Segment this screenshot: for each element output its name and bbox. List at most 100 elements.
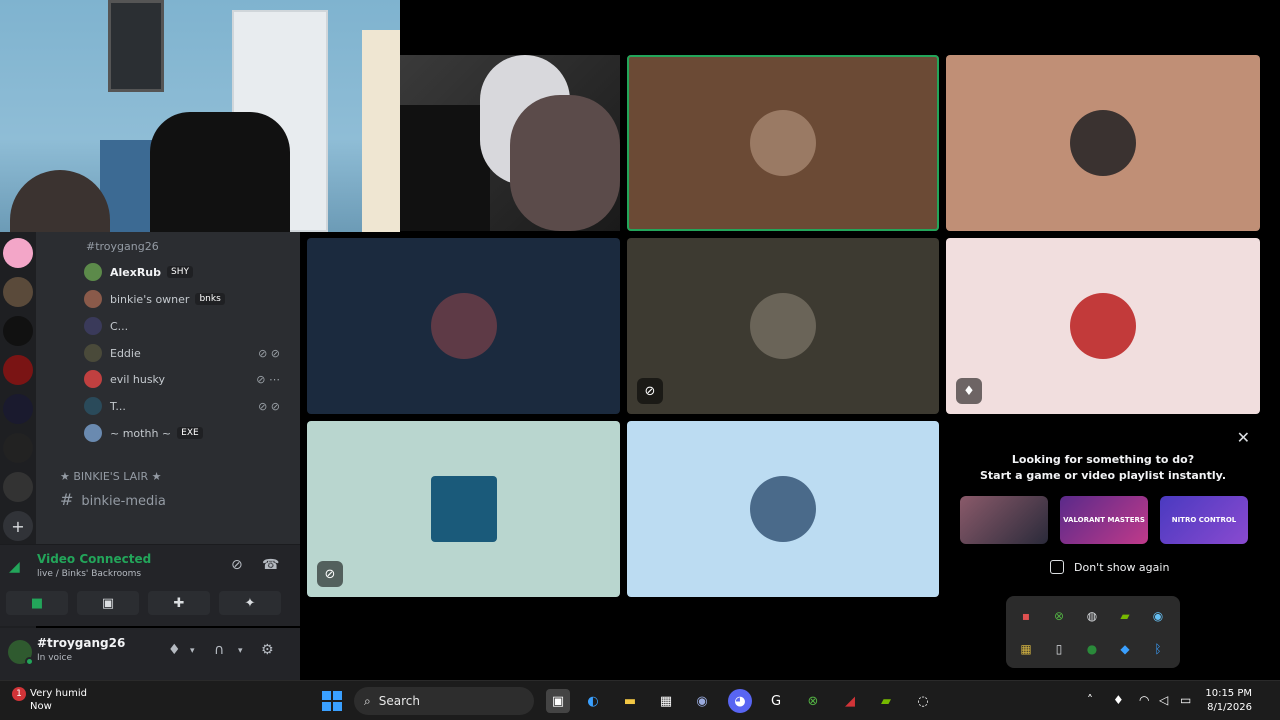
tray-app-icon[interactable]: ●	[1082, 639, 1102, 659]
voice-member[interactable]: AlexRub SHY	[84, 260, 193, 284]
member-name: evil husky	[110, 372, 166, 386]
dont-show-checkbox[interactable]	[1050, 560, 1064, 574]
tray-app-icon[interactable]: ▪	[1016, 606, 1036, 626]
usb-icon[interactable]: ▯	[1049, 639, 1069, 659]
steam-icon[interactable]: ◉	[690, 689, 714, 713]
tray-overflow-popup: ▪ ⊗ ◍ ▰ ◉ ▦ ▯ ● ◆ ᛒ	[1006, 596, 1180, 668]
server-icon[interactable]	[3, 316, 33, 346]
gear-icon[interactable]: ⚙	[261, 642, 274, 658]
video-tile[interactable]: ⊘	[307, 421, 620, 597]
gaming-chair	[400, 105, 490, 231]
server-icon[interactable]	[3, 472, 33, 502]
video-tile[interactable]	[627, 421, 939, 597]
activities-button[interactable]: ✚	[148, 591, 210, 615]
text-channel-binkie-media[interactable]: # binkie-media	[60, 490, 166, 509]
microphone-icon[interactable]: ♦	[168, 642, 181, 658]
clock[interactable]: 10:15 PM 8/1/2026	[1205, 687, 1252, 715]
screen-share-button[interactable]: ▣	[77, 591, 139, 615]
headphones-icon[interactable]: ∩	[214, 642, 224, 658]
server-icon[interactable]	[3, 238, 33, 268]
wifi-icon[interactable]: ◠	[1139, 693, 1149, 707]
store-icon[interactable]: ▦	[654, 689, 678, 713]
text-channel[interactable]: #troygang26 ▪	[86, 234, 379, 258]
tray-app-icon[interactable]: ▦	[1016, 639, 1036, 659]
avatar[interactable]	[8, 640, 34, 666]
steam-icon[interactable]: ◉	[1148, 606, 1168, 626]
volume-icon[interactable]: ◁	[1159, 693, 1168, 707]
voice-member[interactable]: evil husky ⊘ ⋯	[84, 367, 294, 391]
voice-connection-panel: ◢ Video Connected live / Binks' Backroom…	[0, 544, 300, 626]
xbox-icon[interactable]: ⊗	[801, 689, 825, 713]
server-icon[interactable]	[3, 277, 33, 307]
logitech-icon[interactable]: G	[764, 689, 788, 713]
camera-button[interactable]: ■	[6, 591, 68, 615]
video-tile[interactable]	[946, 55, 1260, 231]
weather-widget[interactable]: Very humid Now	[30, 687, 87, 713]
video-tile[interactable]: ♦	[946, 238, 1260, 414]
search-label: Search	[378, 694, 420, 708]
video-tile[interactable]	[627, 55, 939, 231]
app-icon[interactable]: ◢	[838, 689, 862, 713]
avatar	[750, 476, 816, 542]
voice-status: Video Connected	[37, 552, 152, 566]
user-panel: #troygang26 In voice ♦ ▾ ∩ ▾ ⚙	[0, 628, 300, 680]
avatar	[430, 476, 497, 542]
search-box[interactable]: ⌕ Search	[354, 687, 534, 715]
server-icon[interactable]	[3, 394, 33, 424]
channel-label: #troygang26	[86, 239, 159, 253]
person-head	[10, 170, 110, 232]
battery-icon[interactable]: ▭	[1180, 693, 1191, 707]
voice-location[interactable]: live / Binks' Backrooms	[37, 569, 141, 579]
weather-title: Very humid	[30, 688, 87, 699]
soundboard-button[interactable]: ✦	[219, 591, 281, 615]
chevron-down-icon[interactable]: ▾	[190, 646, 195, 656]
avatar	[84, 397, 102, 415]
activity-card[interactable]	[960, 496, 1048, 544]
app-icon[interactable]: ◌	[911, 689, 935, 713]
user-status: In voice	[37, 653, 73, 663]
disconnect-icon[interactable]: ☎	[262, 557, 279, 573]
voice-member[interactable]: C...	[84, 314, 128, 338]
discord-icon[interactable]: ◕	[728, 689, 752, 713]
member-name: ~ mothh ~	[110, 426, 172, 440]
member-name: AlexRub	[110, 265, 162, 279]
voice-member[interactable]: ~ mothh ~ EXE	[84, 421, 203, 445]
muted-deafened-icon: ⊘ ⊘	[258, 346, 280, 360]
server-icon[interactable]	[3, 355, 33, 385]
noise-suppression-icon[interactable]: ⊘	[231, 557, 243, 573]
voice-member[interactable]: Eddie ⊘ ⊘	[84, 341, 294, 365]
category-header[interactable]: ★ BINKIE'S LAIR ★	[60, 470, 161, 483]
video-tile[interactable]: ⊘	[627, 238, 939, 414]
voice-member[interactable]: T... ⊘ ⊘	[84, 394, 294, 418]
security-icon[interactable]: ◆	[1115, 639, 1135, 659]
dont-show-label: Don't show again	[1074, 561, 1170, 574]
video-tile-webcam[interactable]	[400, 55, 620, 231]
xbox-icon[interactable]: ⊗	[1049, 606, 1069, 626]
signal-icon[interactable]: ◢	[9, 559, 20, 575]
close-icon[interactable]: ✕	[1237, 428, 1250, 447]
chevron-up-icon[interactable]: ˄	[1087, 693, 1093, 707]
edge-icon[interactable]: ◐	[581, 689, 605, 713]
file-explorer-icon[interactable]: ▬	[618, 689, 642, 713]
task-view-icon[interactable]: ▣	[546, 689, 570, 713]
avatar	[84, 344, 102, 362]
activity-card[interactable]: VALORANT MASTERS	[1060, 496, 1148, 544]
bluetooth-icon[interactable]: ᛒ	[1148, 639, 1168, 659]
voice-member[interactable]: binkie's owner bnks	[84, 287, 225, 311]
activity-card[interactable]: NITRO CONTROL	[1160, 496, 1248, 544]
video-tile[interactable]	[307, 238, 620, 414]
avatar	[84, 317, 102, 335]
nvidia-icon[interactable]: ▰	[1115, 606, 1135, 626]
avatar	[84, 290, 102, 308]
microphone-icon[interactable]: ♦	[1113, 693, 1124, 707]
chevron-down-icon[interactable]: ▾	[238, 646, 243, 656]
windows-start-icon[interactable]	[322, 691, 342, 711]
muted-icon: ⊘	[317, 561, 343, 587]
activity-suggestion-panel: ✕ Looking for something to do? Start a g…	[946, 420, 1260, 596]
nvidia-icon[interactable]: ▰	[874, 689, 898, 713]
tray-app-icon[interactable]: ◍	[1082, 606, 1102, 626]
avatar	[1070, 110, 1136, 176]
member-name: T...	[110, 399, 126, 413]
add-server-icon[interactable]: +	[3, 511, 33, 541]
server-icon[interactable]	[3, 433, 33, 463]
